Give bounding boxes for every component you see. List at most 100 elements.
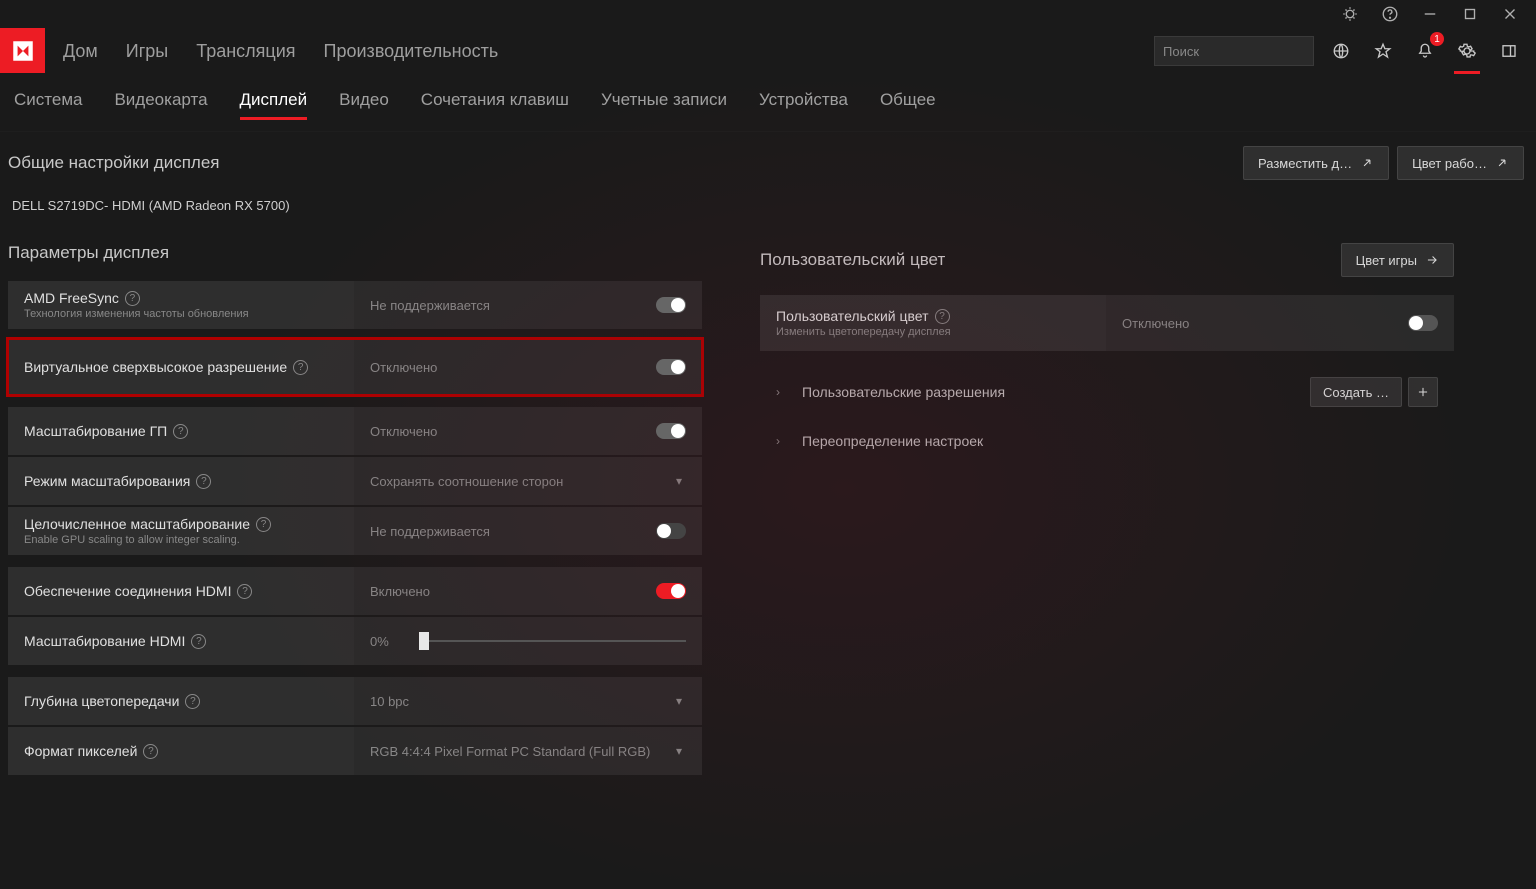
setting-row-vsr: Виртуальное сверхвысокое разрешение? Откл… bbox=[8, 339, 702, 395]
freesync-toggle[interactable] bbox=[656, 297, 686, 313]
help-icon[interactable]: ? bbox=[293, 360, 308, 375]
settings-subtabs: Система Видеокарта Дисплей Видео Сочетан… bbox=[0, 74, 1536, 132]
tab-system[interactable]: Система bbox=[14, 90, 82, 116]
arrange-displays-label: Разместить д… bbox=[1258, 156, 1352, 171]
help-icon[interactable]: ? bbox=[185, 694, 200, 709]
user-color-column: Пользовательский цвет Цвет игры Пользова… bbox=[760, 243, 1454, 777]
help-icon[interactable]: ? bbox=[196, 474, 211, 489]
setting-row-colordepth: Глубина цветопередачи? 10 bpc ▾ bbox=[8, 677, 702, 725]
gpuscale-value: Отключено bbox=[370, 424, 437, 439]
help-icon[interactable]: ? bbox=[125, 291, 140, 306]
user-color-value: Отключено bbox=[1122, 316, 1189, 331]
colordepth-label: Глубина цветопередачи bbox=[24, 693, 179, 709]
device-name: DELL S2719DC- HDMI (AMD Radeon RX 5700) bbox=[8, 198, 1524, 213]
help-icon[interactable]: ? bbox=[191, 634, 206, 649]
game-color-label: Цвет игры bbox=[1356, 253, 1417, 268]
minimize-button[interactable] bbox=[1412, 0, 1448, 28]
tab-general[interactable]: Общее bbox=[880, 90, 936, 116]
help-icon[interactable]: ? bbox=[237, 584, 252, 599]
setting-row-scalemode: Режим масштабирования? Сохранять соотноше… bbox=[8, 457, 702, 505]
hdmiscale-label: Масштабирование HDMI bbox=[24, 633, 185, 649]
tab-display[interactable]: Дисплей bbox=[240, 90, 308, 116]
setting-row-hdmilink: Обеспечение соединения HDMI?Включено bbox=[8, 567, 702, 615]
help-icon[interactable]: ? bbox=[256, 517, 271, 532]
bug-icon[interactable] bbox=[1332, 0, 1368, 28]
nav-games[interactable]: Игры bbox=[126, 41, 168, 62]
nav-home[interactable]: Дом bbox=[63, 41, 98, 62]
vsr-value: Отключено bbox=[370, 360, 437, 375]
search-box[interactable] bbox=[1154, 36, 1314, 66]
pixelformat-label: Формат пикселей bbox=[24, 743, 137, 759]
gpuscale-label: Масштабирование ГП bbox=[24, 423, 167, 439]
chevron-right-icon: › bbox=[776, 385, 796, 399]
scalemode-value: Сохранять соотношение сторон bbox=[370, 474, 563, 489]
custom-resolutions-label: Пользовательские разрешения bbox=[796, 384, 1310, 400]
tab-gpu[interactable]: Видеокарта bbox=[114, 90, 207, 116]
close-button[interactable] bbox=[1492, 0, 1528, 28]
maximize-button[interactable] bbox=[1452, 0, 1488, 28]
tab-devices[interactable]: Устройства bbox=[759, 90, 848, 116]
freesync-value: Не поддерживается bbox=[370, 298, 490, 313]
desktop-color-label: Цвет рабо… bbox=[1412, 156, 1487, 171]
notifications-icon[interactable]: 1 bbox=[1410, 36, 1440, 66]
nav-streaming[interactable]: Трансляция bbox=[196, 41, 295, 62]
tab-hotkeys[interactable]: Сочетания клавиш bbox=[421, 90, 569, 116]
hdmilink-value: Включено bbox=[370, 584, 430, 599]
create-resolution-button[interactable]: Создать … bbox=[1310, 377, 1402, 407]
vsr-toggle[interactable] bbox=[656, 359, 686, 375]
plus-icon bbox=[1416, 385, 1430, 399]
desktop-color-button[interactable]: Цвет рабо… bbox=[1397, 146, 1524, 180]
arrange-displays-button[interactable]: Разместить д… bbox=[1243, 146, 1389, 180]
tab-accounts[interactable]: Учетные записи bbox=[601, 90, 727, 116]
notification-badge: 1 bbox=[1430, 32, 1444, 46]
user-color-title: Пользовательский цвет bbox=[760, 250, 945, 270]
sidebar-toggle-icon[interactable] bbox=[1494, 36, 1524, 66]
amd-logo[interactable] bbox=[0, 28, 45, 73]
main-nav: Дом Игры Трансляция Производительность bbox=[45, 41, 498, 62]
setting-row-freesync: AMD FreeSync?Технология изменения частот… bbox=[8, 281, 702, 329]
pixelformat-value: RGB 4:4:4 Pixel Format PC Standard (Full… bbox=[370, 744, 650, 759]
display-parameters-column: Параметры дисплея AMD FreeSync?Технологи… bbox=[8, 243, 702, 777]
hdmiscale-slider-thumb[interactable] bbox=[419, 632, 429, 650]
vsr-label: Виртуальное сверхвысокое разрешение bbox=[24, 359, 287, 375]
chevron-down-icon[interactable]: ▾ bbox=[672, 470, 686, 492]
intscale-value: Не поддерживается bbox=[370, 524, 490, 539]
create-resolution-label: Создать … bbox=[1323, 385, 1389, 400]
settings-icon[interactable] bbox=[1452, 36, 1482, 66]
web-icon[interactable] bbox=[1326, 36, 1356, 66]
freesync-sublabel: Технология изменения частоты обновления bbox=[24, 308, 338, 320]
hdmiscale-slider[interactable] bbox=[389, 640, 686, 642]
colordepth-value: 10 bpc bbox=[370, 694, 409, 709]
chevron-down-icon[interactable]: ▾ bbox=[672, 690, 686, 712]
arrow-right-icon bbox=[1425, 253, 1439, 267]
arrow-expand-icon bbox=[1495, 156, 1509, 170]
setting-row-pixelformat: Формат пикселей? RGB 4:4:4 Pixel Format P… bbox=[8, 727, 702, 775]
user-color-toggle[interactable] bbox=[1408, 315, 1438, 331]
tab-video[interactable]: Видео bbox=[339, 90, 389, 116]
bookmark-icon[interactable] bbox=[1368, 36, 1398, 66]
game-color-button[interactable]: Цвет игры bbox=[1341, 243, 1454, 277]
chevron-down-icon[interactable]: ▾ bbox=[672, 740, 686, 762]
add-button[interactable] bbox=[1408, 377, 1438, 407]
arrow-expand-icon bbox=[1360, 156, 1374, 170]
nav-performance[interactable]: Производительность bbox=[324, 41, 499, 62]
scalemode-label: Режим масштабирования bbox=[24, 473, 190, 489]
hdmiscale-value: 0% bbox=[370, 634, 389, 649]
search-input[interactable] bbox=[1163, 44, 1339, 59]
user-color-label: Пользовательский цвет bbox=[776, 308, 929, 324]
help-icon[interactable]: ? bbox=[143, 744, 158, 759]
intscale-sublabel: Enable GPU scaling to allow integer scal… bbox=[24, 534, 338, 546]
intscale-toggle bbox=[656, 523, 686, 539]
gpuscale-toggle[interactable] bbox=[656, 423, 686, 439]
page-title: Общие настройки дисплея bbox=[8, 153, 220, 173]
custom-resolutions-row[interactable]: › Пользовательские разрешения Создать … bbox=[760, 365, 1454, 419]
help-icon[interactable]: ? bbox=[173, 424, 188, 439]
help-icon[interactable]: ? bbox=[935, 309, 950, 324]
user-color-row: Пользовательский цвет ? Изменить цветопе… bbox=[760, 295, 1454, 351]
override-settings-row[interactable]: › Переопределение настроек bbox=[760, 421, 1454, 461]
display-parameters-title: Параметры дисплея bbox=[8, 243, 169, 263]
hdmilink-toggle[interactable] bbox=[656, 583, 686, 599]
override-label: Переопределение настроек bbox=[796, 433, 1438, 449]
help-icon[interactable] bbox=[1372, 0, 1408, 28]
user-color-sublabel: Изменить цветопередачу дисплея bbox=[776, 326, 1090, 338]
